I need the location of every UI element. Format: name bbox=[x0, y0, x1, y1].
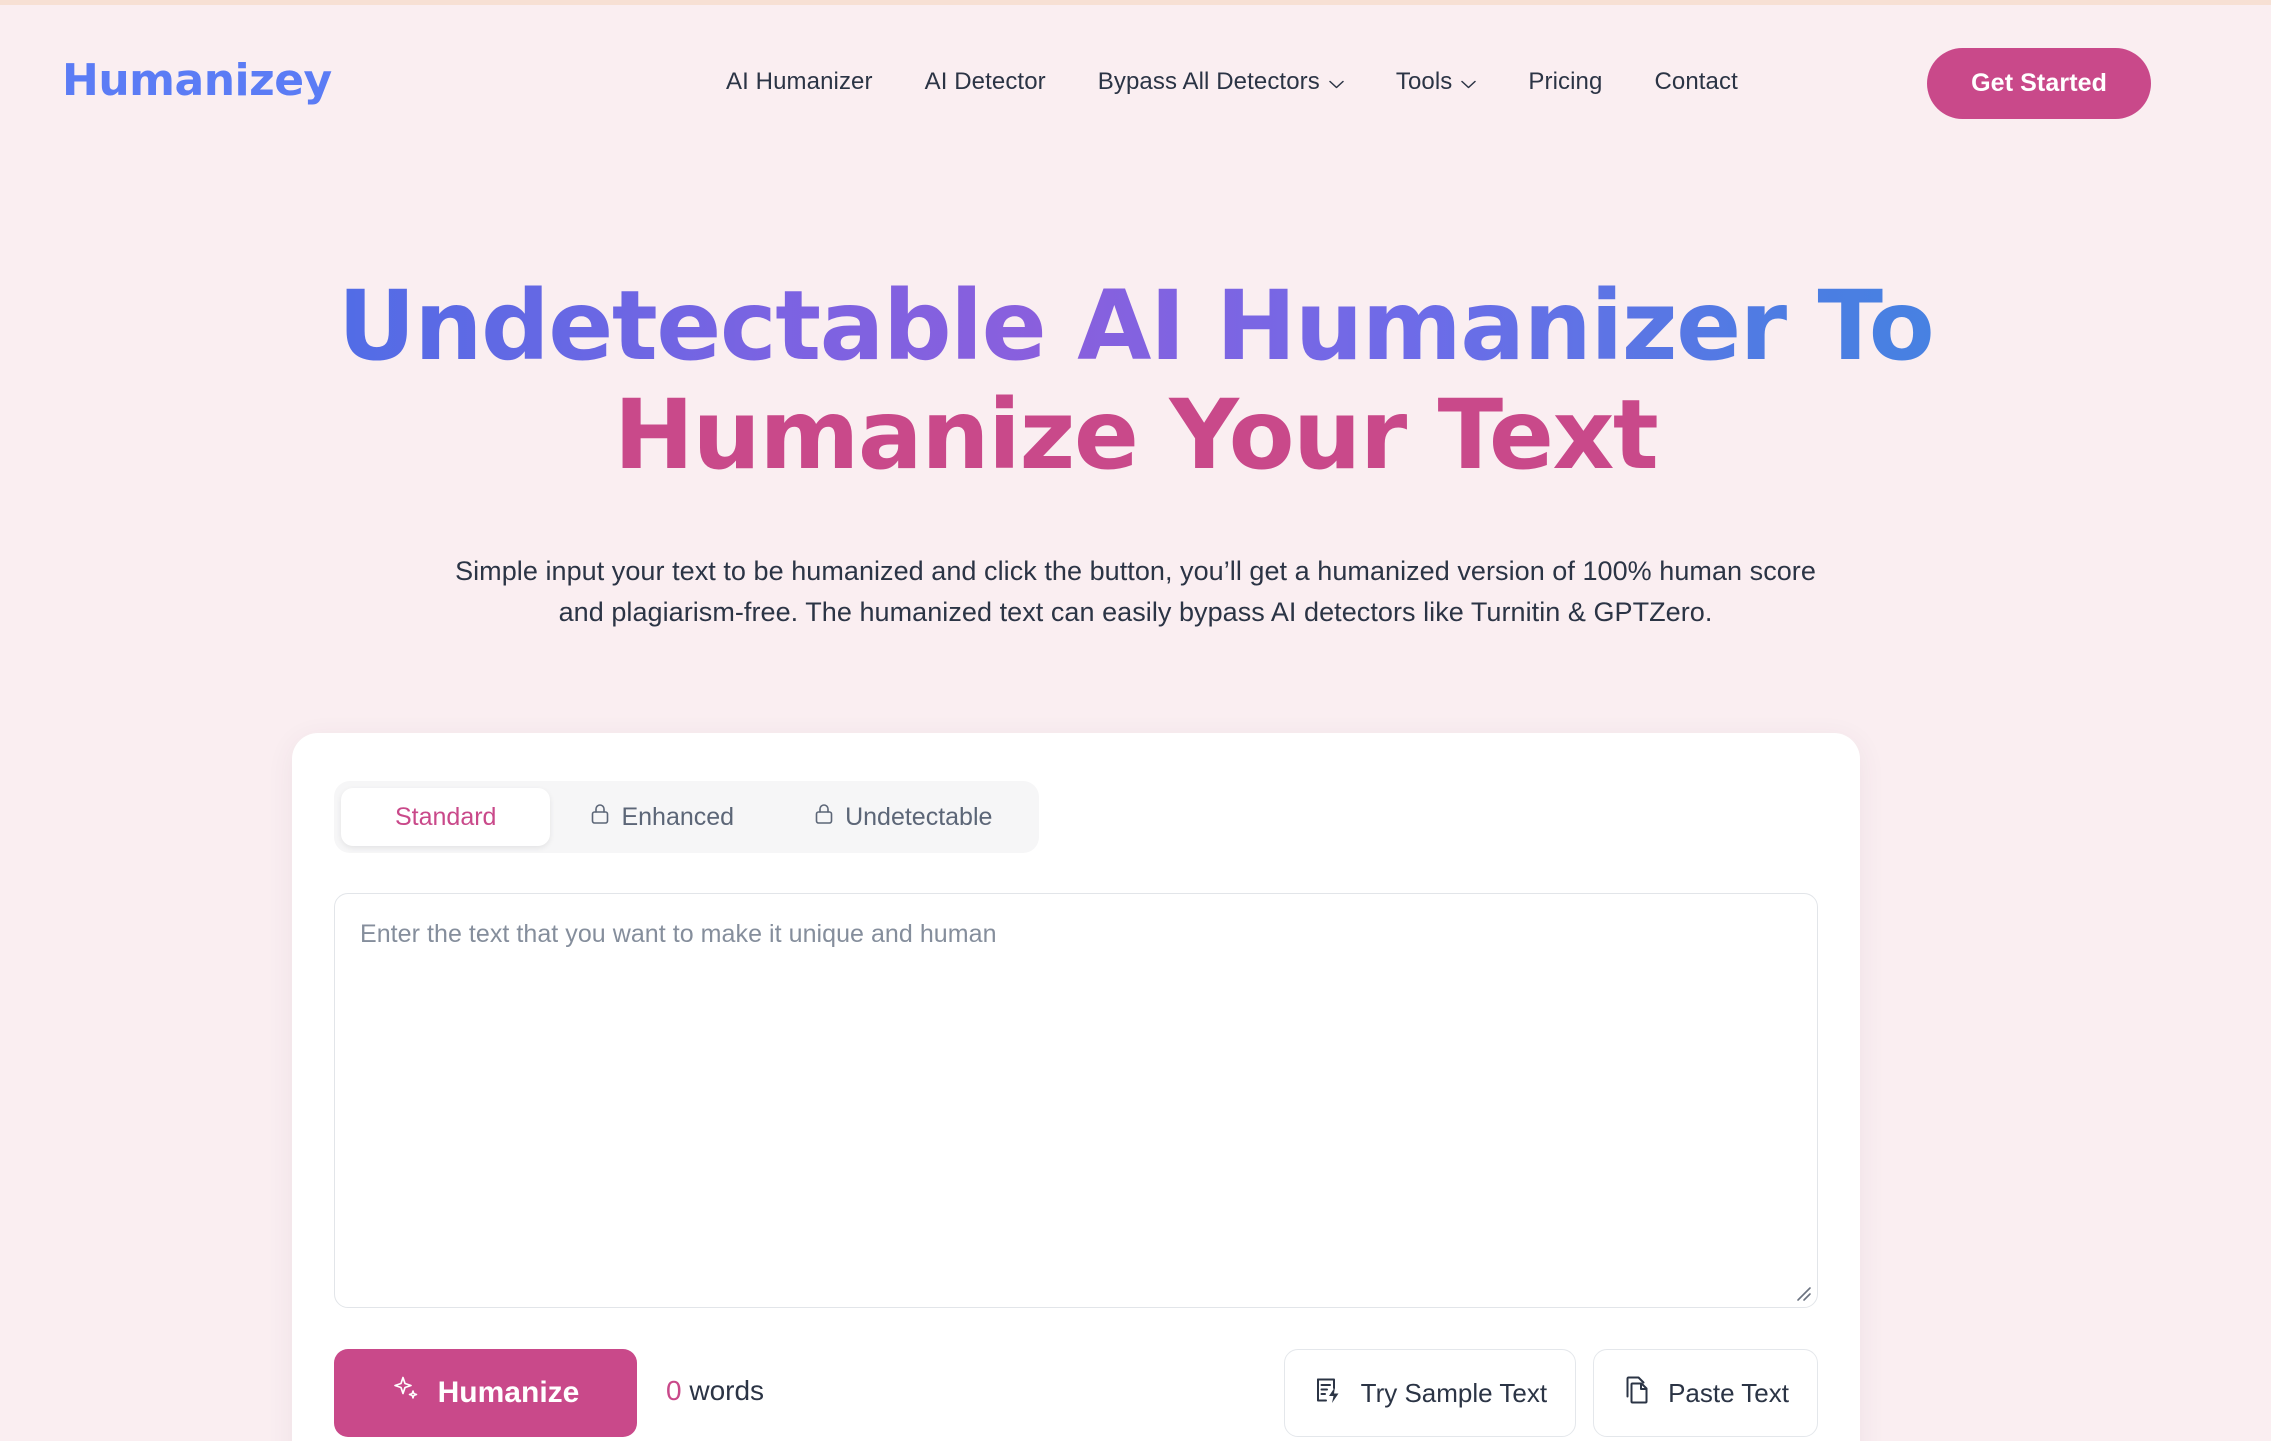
humanize-button[interactable]: Humanize bbox=[334, 1349, 637, 1437]
sample-text-icon bbox=[1313, 1374, 1345, 1413]
nav-label: Pricing bbox=[1528, 68, 1603, 95]
get-started-button[interactable]: Get Started bbox=[1927, 48, 2151, 119]
nav-item-ai-detector[interactable]: AI Detector bbox=[899, 68, 1072, 96]
nav-item-tools[interactable]: Tools bbox=[1370, 68, 1503, 96]
editor-action-bar: Humanize 0 words Try Sample Text Paste T… bbox=[334, 1349, 1818, 1439]
text-editor-wrapper: Enter the text that you want to make it … bbox=[334, 893, 1818, 1308]
tab-label: Enhanced bbox=[621, 802, 735, 831]
nav-label: Tools bbox=[1395, 68, 1453, 95]
logo[interactable]: Humanizey bbox=[62, 55, 332, 106]
try-sample-text-button[interactable]: Try Sample Text bbox=[1283, 1349, 1577, 1437]
nav-item-ai-humanizer[interactable]: AI Humanizer bbox=[700, 68, 899, 96]
chevron-down-icon bbox=[1461, 80, 1477, 89]
lock-icon bbox=[590, 802, 610, 833]
page-title-line-2: Humanize Your Text bbox=[613, 379, 1659, 492]
button-label: Paste Text bbox=[1668, 1377, 1789, 1408]
page-title-line-1: Undetectable AI Humanizer To bbox=[0, 270, 2271, 383]
secondary-actions: Try Sample Text Paste Text bbox=[1283, 1349, 1818, 1437]
hero-subtitle: Simple input your text to be humanized a… bbox=[455, 555, 1816, 627]
humanize-button-label: Humanize bbox=[437, 1376, 580, 1409]
tab-enhanced[interactable]: Enhanced bbox=[550, 788, 774, 846]
main-navigation: AI Humanizer AI Detector Bypass All Dete… bbox=[700, 68, 1764, 96]
mode-tabs: Standard Enhanced Undetectable bbox=[334, 781, 1040, 853]
nav-label: Contact bbox=[1654, 68, 1738, 95]
tab-standard[interactable]: Standard bbox=[341, 788, 551, 846]
lock-icon bbox=[814, 802, 834, 833]
tab-label: Undetectable bbox=[845, 802, 993, 831]
word-count: 0 words bbox=[666, 1375, 764, 1407]
nav-label: AI Humanizer bbox=[726, 68, 873, 95]
sparkle-icon bbox=[392, 1374, 422, 1412]
word-count-number: 0 bbox=[666, 1375, 682, 1406]
resize-handle-icon[interactable] bbox=[1792, 1282, 1812, 1302]
text-input-area[interactable]: Enter the text that you want to make it … bbox=[334, 893, 1818, 1308]
nav-label: Bypass All Detectors bbox=[1097, 68, 1320, 95]
word-count-unit: words bbox=[689, 1375, 765, 1406]
nav-item-bypass-all-detectors[interactable]: Bypass All Detectors bbox=[1072, 68, 1370, 96]
humanizer-tool-card: Standard Enhanced Undetectable Enter the… bbox=[292, 733, 1860, 1441]
chevron-down-icon bbox=[1329, 80, 1344, 89]
tab-label: Standard bbox=[395, 802, 497, 831]
text-input-placeholder: Enter the text that you want to make it … bbox=[360, 920, 997, 948]
paste-text-button[interactable]: Paste Text bbox=[1593, 1349, 1818, 1437]
tab-undetectable[interactable]: Undetectable bbox=[774, 788, 1032, 846]
nav-label: AI Detector bbox=[924, 68, 1046, 95]
paste-icon bbox=[1622, 1374, 1652, 1413]
nav-item-contact[interactable]: Contact bbox=[1628, 68, 1763, 96]
hero-section: Undetectable AI Humanizer To Humanize Yo… bbox=[0, 270, 2271, 633]
nav-item-pricing[interactable]: Pricing bbox=[1502, 68, 1628, 96]
site-header: Humanizey AI Humanizer AI Detector Bypas… bbox=[0, 0, 2271, 160]
button-label: Try Sample Text bbox=[1360, 1377, 1548, 1408]
